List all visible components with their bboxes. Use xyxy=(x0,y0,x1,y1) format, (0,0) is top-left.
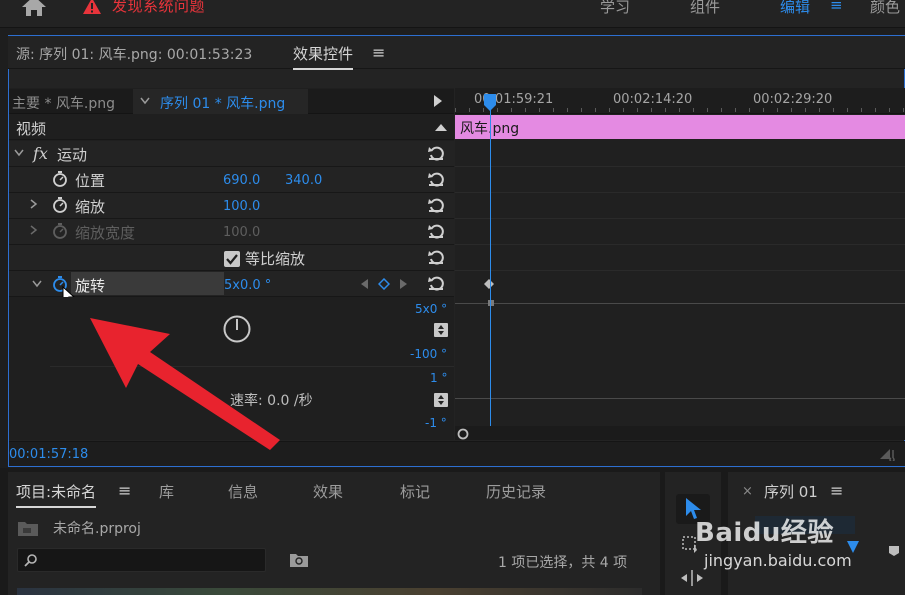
position-label: 位置 xyxy=(75,172,106,190)
graph-scale-icon[interactable] xyxy=(434,323,448,337)
add-keyframe-icon[interactable] xyxy=(378,278,390,290)
sequence-tab[interactable]: 序列 01 xyxy=(764,481,818,502)
clip-thumbnails-strip[interactable] xyxy=(17,588,642,595)
velocity-min-label: -1 ° xyxy=(425,416,447,430)
audio-scrub-icon[interactable] xyxy=(878,447,898,461)
new-search-bin-icon[interactable] xyxy=(289,552,309,568)
panel-menu-icon[interactable]: ≡ xyxy=(830,481,843,500)
zoom-handle-icon[interactable] xyxy=(457,428,469,440)
reset-icon[interactable] xyxy=(427,170,445,188)
scale-value[interactable]: 100.0 xyxy=(223,199,260,214)
workspace-menu-icon[interactable]: ≡ xyxy=(830,0,843,14)
stopwatch-icon[interactable] xyxy=(52,171,68,187)
timeline-row-divider xyxy=(455,166,905,167)
mini-timeline-pane xyxy=(455,88,905,440)
scale-width-label: 缩放宽度 xyxy=(75,224,136,242)
reset-icon[interactable] xyxy=(427,196,445,214)
sequence-clip-tab[interactable]: 序列 01 * 风车.png xyxy=(160,93,285,113)
master-clip-tab[interactable]: 主要 * 风车.png xyxy=(12,93,115,113)
tab-effect-controls[interactable]: 效果控件 xyxy=(293,43,354,70)
video-section-label: 视频 xyxy=(16,120,47,138)
project-search-input[interactable] xyxy=(17,548,266,572)
tab-markers[interactable]: 标记 xyxy=(400,481,430,502)
expand-chevron-icon[interactable] xyxy=(30,225,38,235)
expand-chevron-icon[interactable] xyxy=(30,199,38,209)
workspace-tab-learn[interactable]: 学习 xyxy=(600,0,630,17)
collapse-chevron-icon[interactable] xyxy=(14,149,24,157)
close-sequence-icon[interactable]: × xyxy=(742,484,753,499)
graph-min-label: -100 ° xyxy=(410,347,448,361)
add-marker-icon[interactable] xyxy=(888,545,900,557)
project-file-name: 未命名.prproj xyxy=(53,521,141,537)
selection-status: 1 项已选择，共 4 项 xyxy=(498,555,628,571)
ruler-tick-label: 00:02:29:20 xyxy=(753,92,833,107)
reset-icon[interactable] xyxy=(427,274,445,292)
collapse-chevron-icon[interactable] xyxy=(32,280,42,288)
uniform-scale-checkbox[interactable] xyxy=(224,251,240,267)
rotation-value[interactable]: 5x0.0 ° xyxy=(224,278,271,293)
chevron-down-icon[interactable] xyxy=(140,97,150,105)
panel-menu-icon[interactable]: ≡ xyxy=(372,43,385,62)
ruler-ticks xyxy=(455,108,905,112)
tab-info[interactable]: 信息 xyxy=(228,481,258,502)
rotation-label: 旋转 xyxy=(75,277,106,295)
workspace-tab-color[interactable]: 颜色 xyxy=(870,0,900,17)
workspace-tab-assembly[interactable]: 组件 xyxy=(690,0,720,17)
baidu-watermark-logo: Baidu经验 xyxy=(695,518,834,548)
annotation-arrow xyxy=(90,318,280,450)
current-timecode[interactable]: 00:01:57:18 xyxy=(9,447,88,462)
next-keyframe-icon[interactable] xyxy=(400,279,408,289)
keyframe-icon[interactable] xyxy=(483,278,495,290)
system-issue-link[interactable]: 发现系统问题 xyxy=(112,0,205,16)
reset-icon[interactable] xyxy=(427,144,445,162)
timeline-row-divider xyxy=(455,270,905,271)
tab-project[interactable]: 项目:未命名 xyxy=(16,481,97,508)
warning-icon[interactable] xyxy=(82,0,102,15)
scale-width-value: 100.0 xyxy=(223,225,261,240)
previous-keyframe-icon[interactable] xyxy=(361,279,369,289)
workspace-bar: 发现系统问题 学习 组件 编辑 ≡ 颜色 xyxy=(0,0,905,28)
tab-libraries[interactable]: 库 xyxy=(159,481,174,502)
timeline-row-divider xyxy=(455,218,905,219)
value-graph-line xyxy=(455,303,905,304)
graph-max-label: 5x0 ° xyxy=(415,302,448,316)
playhead-line xyxy=(490,100,491,430)
watermark-url: jingyan.baidu.com xyxy=(704,551,852,570)
position-y-value[interactable]: 340.0 xyxy=(285,173,322,188)
project-folder-icon xyxy=(18,522,38,536)
reset-icon[interactable] xyxy=(427,248,445,266)
velocity-graph-line xyxy=(455,398,905,399)
graph-keyframe-point[interactable] xyxy=(488,300,494,306)
playhead-icon[interactable] xyxy=(483,94,497,112)
stopwatch-icon[interactable] xyxy=(52,197,68,213)
zoom-scrollbar-track[interactable] xyxy=(455,426,905,440)
scroll-up-icon[interactable] xyxy=(435,123,447,131)
checkmark-icon xyxy=(226,254,238,265)
ruler-tick-label: 00:02:14:20 xyxy=(613,92,693,107)
source-monitor-tab[interactable]: 源: 序列 01: 风车.png: 00:01:53:23 xyxy=(16,44,252,64)
uniform-scale-label: 等比缩放 xyxy=(245,250,306,268)
stopwatch-icon xyxy=(53,223,67,239)
search-icon xyxy=(24,554,37,567)
fx-badge-icon[interactable]: fx xyxy=(33,144,48,163)
position-x-value[interactable]: 690.0 xyxy=(223,173,260,188)
clip-bar[interactable] xyxy=(455,115,905,139)
home-icon[interactable] xyxy=(20,0,48,18)
workspace-tab-editing[interactable]: 编辑 xyxy=(780,0,810,17)
tab-effects[interactable]: 效果 xyxy=(313,481,343,502)
scale-label: 缩放 xyxy=(75,198,106,216)
timeline-row-divider xyxy=(455,244,905,245)
ripple-edit-tool-icon[interactable] xyxy=(680,568,704,588)
velocity-max-label: 1 ° xyxy=(430,371,448,385)
timeline-row-divider xyxy=(455,192,905,193)
graph-scale-icon[interactable] xyxy=(434,393,448,407)
panel-menu-icon[interactable]: ≡ xyxy=(118,481,131,500)
video-section-row xyxy=(9,115,454,140)
tab-history[interactable]: 历史记录 xyxy=(486,481,546,502)
motion-label: 运动 xyxy=(57,146,88,164)
reset-icon[interactable] xyxy=(427,222,445,240)
play-only-clip-icon[interactable] xyxy=(434,95,442,107)
